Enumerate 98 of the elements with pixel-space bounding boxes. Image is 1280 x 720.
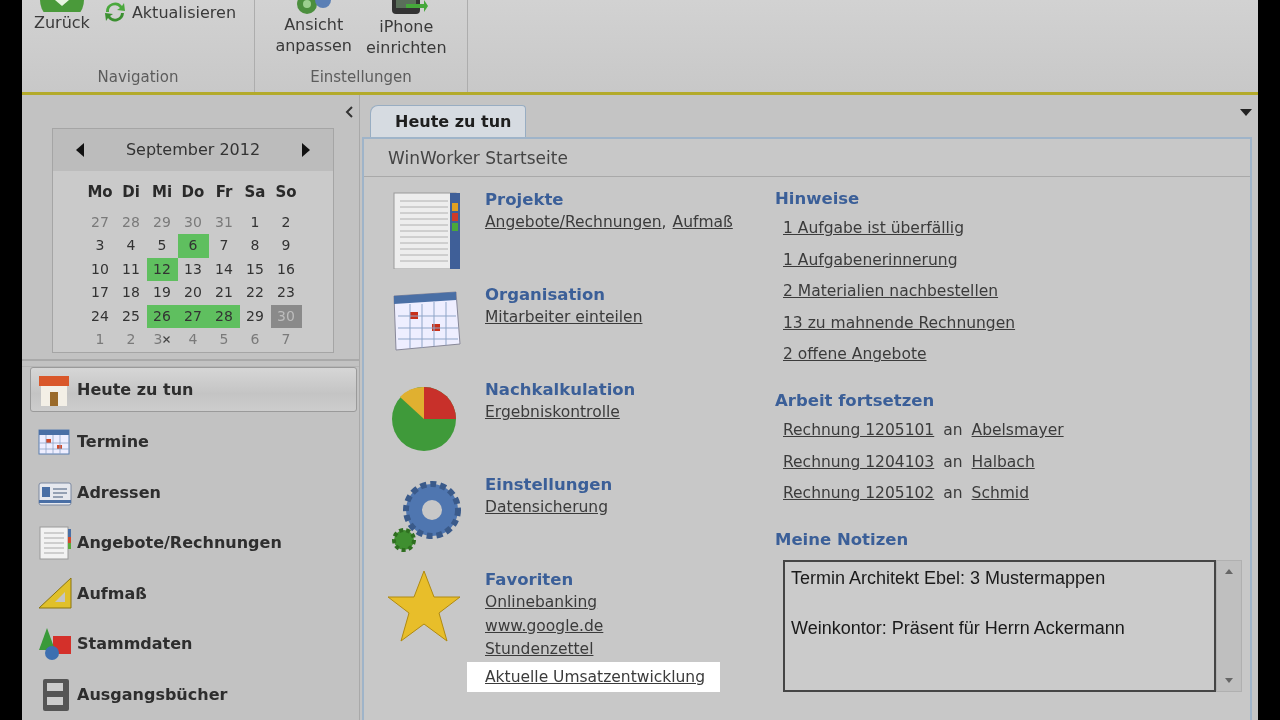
shapes-icon [37,626,73,663]
calendar-day[interactable]: 2 [270,210,302,235]
sidebar-item[interactable]: Stammdaten [30,619,357,670]
chevron-left-icon[interactable] [345,106,353,119]
weekday-label: Mi [150,181,174,203]
calendar-day[interactable]: 19 [146,281,178,305]
sidebar-item[interactable]: Adressen [30,467,357,518]
link[interactable]: 1 Aufgabenerinnerung [783,244,1250,277]
link[interactable]: Abelsmayer [971,414,1064,447]
next-month-button[interactable] [301,142,311,157]
calendar-day[interactable]: 22 [239,281,271,305]
previous-month-button[interactable] [75,142,85,157]
calendar-day[interactable]: 17 [84,281,116,305]
page-title: WinWorker Startseite [364,139,1250,177]
calendar-day[interactable]: 10 [84,257,116,282]
sidebar-item[interactable]: Ausgangsbücher [30,669,357,720]
section-heading: Einstellungen [485,474,613,496]
connector-text: an [943,451,963,473]
calendar-day[interactable]: 16 [270,257,302,282]
link[interactable]: Aktuelle Umsatzentwicklung [467,661,721,692]
link[interactable]: Angebote/Rechnungen [485,211,662,235]
link[interactable]: Onlinebanking [485,591,598,615]
document-list-icon [37,525,73,562]
tab[interactable]: Heute zu tun [370,105,527,137]
calendar-day[interactable]: 18 [115,281,147,305]
link[interactable]: Aufmaß [672,211,733,235]
calendar-day[interactable]: 27 [177,304,209,329]
link[interactable]: Rechnung 1205102 [783,478,935,510]
weekday-label: Di [121,181,141,203]
weekday-label: So [274,181,298,203]
link[interactable]: 2 offene Angebote [783,339,1250,371]
weekday-label: Sa [243,181,267,203]
section-heading: Hinweise [775,188,861,210]
calendar-day[interactable]: 9 [270,234,302,258]
calendar-day[interactable]: 24 [84,304,116,329]
ruler-triangle-icon [37,575,73,612]
link[interactable]: Stundenzettel [485,638,594,662]
sidebar-item[interactable]: Angebote/Rechnungen [30,518,357,569]
calendar-day[interactable]: 15 [239,257,271,282]
ribbon-button[interactable]: Zurück [32,0,92,33]
section-heading: Favoriten [485,569,575,591]
sidebar-item[interactable]: Termine [30,417,357,468]
link[interactable]: Ergebniskontrolle [485,401,620,425]
calendar-day[interactable]: 29 [239,304,271,329]
calendar-day[interactable]: 13 [177,257,209,282]
group-label: Navigation [96,66,180,88]
scroll-up-icon [1225,568,1233,574]
link[interactable]: Rechnung 1205101 [783,414,935,447]
link[interactable]: 2 Materialien nachbestellen [783,276,1250,308]
link[interactable]: Datensicherung [485,496,608,520]
link[interactable]: Mitarbeiter einteilen [485,306,643,330]
section-heading: Nachkalkulation [485,379,636,401]
weekday-label: Mo [86,181,114,203]
calendar-day[interactable]: 1 [239,210,271,235]
cross-mark-icon [163,336,171,344]
calendar-day[interactable]: 23 [270,281,302,305]
ribbon-button[interactable]: iPhone einrichten [363,0,449,58]
weekday-label: Do [180,181,206,203]
calendar-day[interactable]: 26 [146,304,178,329]
weekday-label: Fr [214,181,234,203]
separator-text: , [661,212,667,233]
section-heading: Projekte [485,189,565,211]
calendar-day[interactable]: 7 [208,234,240,258]
link[interactable]: 1 Aufgabe ist überfällig [783,213,1250,245]
calendar-day[interactable]: 6 [177,234,209,258]
calendar-day[interactable]: 3 [84,234,116,258]
triangle-right-icon [301,142,311,157]
calendar-day[interactable]: 28 [208,304,240,329]
calendar-day[interactable]: 8 [239,234,271,258]
link[interactable]: Schmid [971,478,1029,510]
calendar-day[interactable]: 25 [115,304,147,329]
calendar-day[interactable]: 5 [146,234,178,258]
link[interactable]: Halbach [971,446,1035,479]
calendar-day[interactable]: 20 [177,281,209,305]
connector-text: an [943,419,963,441]
calendar-day[interactable]: 12 [146,257,178,282]
scroll-down-icon [1225,677,1233,683]
section-heading: Meine Notizen [775,528,910,551]
dropdown-caret-icon[interactable] [1240,109,1252,116]
ribbon-button[interactable]: Ansicht anpassen [273,0,354,56]
sidebar-item[interactable]: Aufmaß [30,568,357,619]
link[interactable]: www.google.de [485,614,604,638]
connector-text: an [943,483,963,505]
link[interactable]: Rechnung 1204103 [783,446,935,479]
group-label: Einstellungen [309,66,413,88]
notes-field[interactable]: Termin Architekt Ebel: 3 Mustermappen Weinkontor: Präsent für Herrn Ackermann [783,559,1216,692]
triangle-left-icon [75,142,85,157]
calendar-day[interactable]: 21 [208,281,240,305]
calendar-day[interactable]: 11 [115,257,147,282]
month-title: September 2012 [125,138,261,161]
ribbon-button[interactable]: Aktualisieren [101,0,237,24]
link[interactable]: 13 zu mahnende Rechnungen [783,307,1250,340]
scrollbar[interactable] [1216,559,1242,692]
section-heading: Organisation [485,284,607,306]
calendar-day[interactable]: 14 [208,257,240,282]
calendar-day[interactable]: 4 [115,234,147,258]
sidebar-item[interactable]: Heute zu tun [30,367,357,412]
section-heading: Arbeit fortsetzen [775,389,936,412]
